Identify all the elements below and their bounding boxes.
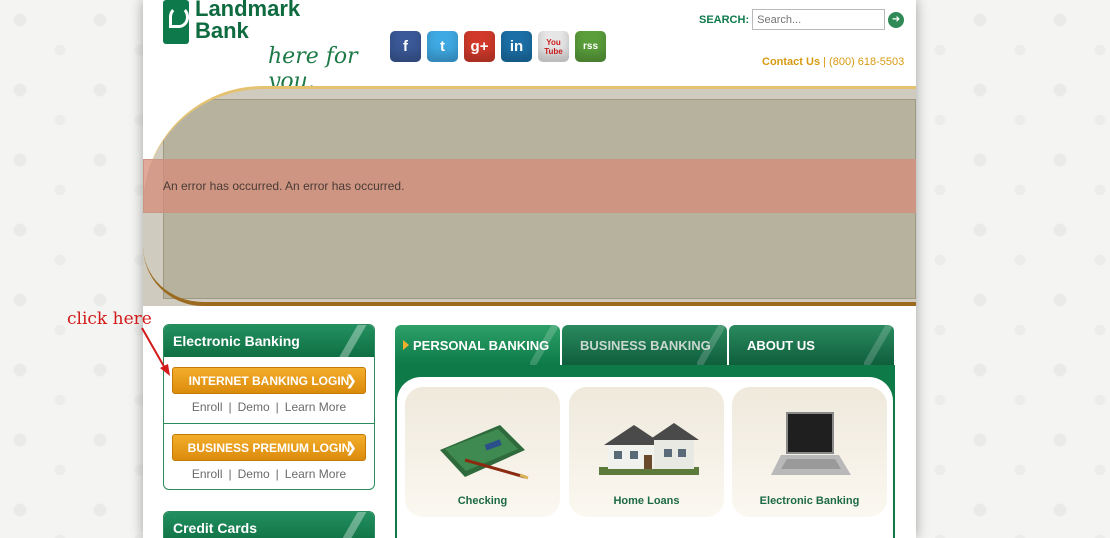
- internet-banking-login-label: INTERNET BANKING LOGIN: [188, 373, 350, 388]
- annotation-arrow-icon: [141, 327, 170, 376]
- credit-cards-title[interactable]: Credit Cards: [164, 512, 374, 538]
- search-bar: SEARCH: ➜: [699, 9, 905, 30]
- banking-tabs: PERSONAL BANKING BUSINESS BANKING ABOUT …: [395, 325, 894, 365]
- contact-phone: (800) 618-5503: [829, 56, 905, 68]
- contact-separator: |: [820, 56, 830, 68]
- tab-about-us[interactable]: ABOUT US: [729, 325, 894, 365]
- social-links: f t g+ in You Tube rss: [390, 31, 606, 62]
- electronic-banking-label: Electronic Banking: [759, 495, 860, 507]
- search-label: SEARCH:: [699, 13, 750, 26]
- home-loans-label: Home Loans: [613, 495, 680, 507]
- checkbook-icon: [440, 425, 529, 480]
- search-input[interactable]: [752, 9, 886, 30]
- laptop-icon: [771, 412, 851, 475]
- electronic-banking-tile[interactable]: Electronic Banking: [732, 387, 887, 517]
- contact-info: Contact Us | (800) 618-5503: [762, 56, 904, 68]
- divider: [164, 423, 374, 424]
- page: Landmark Bank here for you. f t g+ in Yo…: [143, 0, 916, 538]
- landmark-logo-icon: [163, 0, 189, 44]
- linkedin-icon[interactable]: in: [501, 31, 532, 62]
- contact-us-link[interactable]: Contact Us: [762, 56, 820, 68]
- brand-name-line2: Bank: [195, 18, 249, 43]
- error-message: An error has occurred. An error has occu…: [143, 159, 916, 213]
- business-premium-login-label: BUSINESS PREMIUM LOGIN: [187, 440, 351, 455]
- chevron-right-icon: ❯: [345, 439, 357, 455]
- house-icon: [599, 423, 699, 475]
- checking-tile[interactable]: Checking: [405, 387, 560, 517]
- checking-label: Checking: [457, 495, 508, 507]
- demo-link[interactable]: Demo: [238, 467, 270, 481]
- business-banking-links: Enroll | Demo | Learn More: [191, 467, 347, 481]
- business-premium-login-button[interactable]: BUSINESS PREMIUM LOGIN ❯: [172, 434, 366, 461]
- internet-banking-links: Enroll | Demo | Learn More: [191, 400, 347, 414]
- search-go-icon[interactable]: ➜: [888, 11, 905, 28]
- internet-banking-login-button[interactable]: INTERNET BANKING LOGIN ❯: [172, 367, 366, 394]
- rss-icon[interactable]: rss: [575, 31, 606, 62]
- hero-swoop: [143, 246, 916, 306]
- tab-business-banking[interactable]: BUSINESS BANKING: [562, 325, 727, 365]
- learn-more-link[interactable]: Learn More: [285, 400, 346, 414]
- enroll-link[interactable]: Enroll: [192, 467, 223, 481]
- enroll-link[interactable]: Enroll: [192, 400, 223, 414]
- electronic-banking-title: Electronic Banking: [164, 325, 374, 357]
- youtube-icon[interactable]: You Tube: [538, 31, 569, 62]
- demo-link[interactable]: Demo: [238, 400, 270, 414]
- logo[interactable]: Landmark Bank here for you.: [163, 0, 373, 94]
- learn-more-link[interactable]: Learn More: [285, 467, 346, 481]
- facebook-icon[interactable]: f: [390, 31, 421, 62]
- tab-personal-banking[interactable]: PERSONAL BANKING: [395, 325, 560, 365]
- credit-cards-box: Credit Cards: [163, 511, 375, 538]
- google-plus-icon[interactable]: g+: [464, 31, 495, 62]
- home-loans-tile[interactable]: Home Loans: [569, 387, 724, 517]
- brand-name-line1: Landmark: [195, 0, 301, 21]
- personal-banking-panel: Checking Home Loans Electronic Banking: [395, 365, 895, 538]
- twitter-icon[interactable]: t: [427, 31, 458, 62]
- chevron-right-icon: ❯: [345, 372, 357, 388]
- electronic-banking-box: Electronic Banking INTERNET BANKING LOGI…: [163, 324, 375, 490]
